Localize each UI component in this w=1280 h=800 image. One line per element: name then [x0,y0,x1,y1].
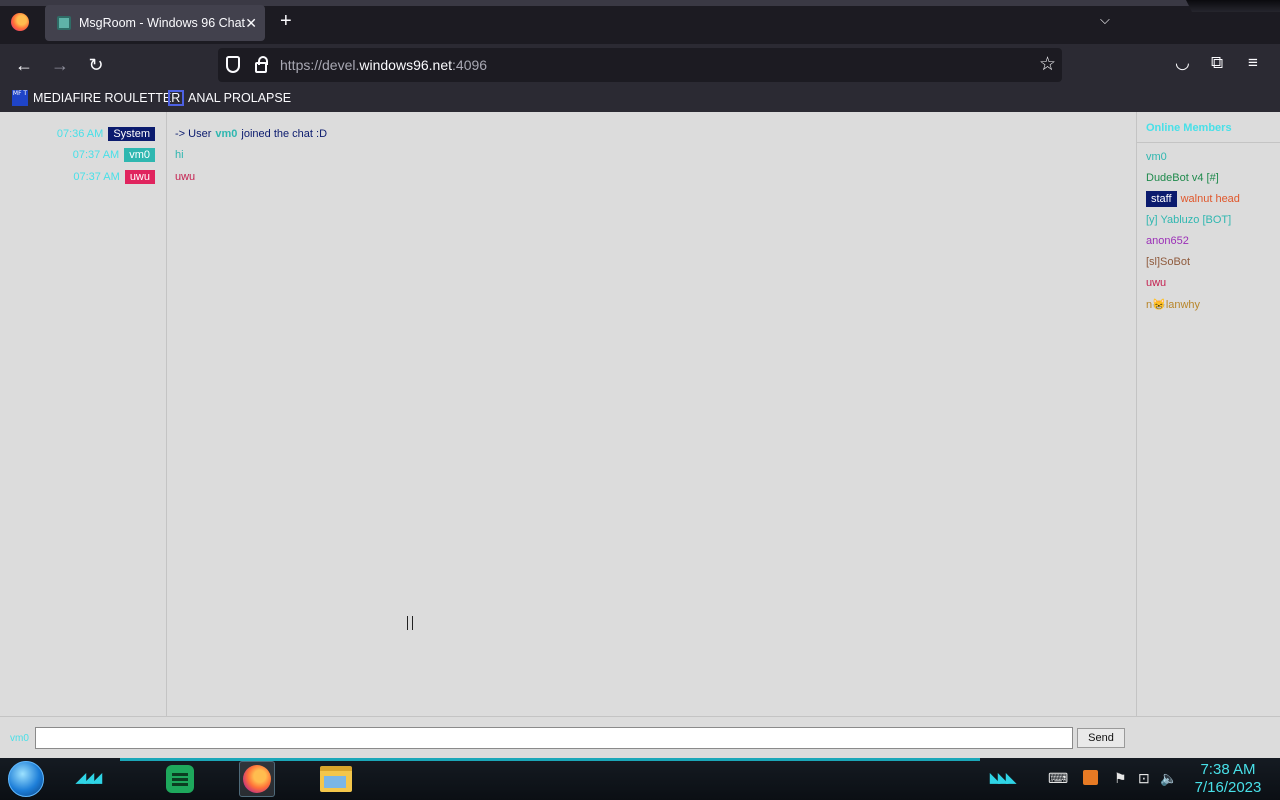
action-center-flag-icon[interactable]: ⚑ [1114,770,1127,787]
online-members-panel: Online Members vm0 DudeBot v4 [#] staff w… [1136,112,1280,716]
bookmark-favicon-icon [168,90,184,106]
os-taskbar: ◢◢◢ ◣◣◣ ⌨ ⚑ ⊡ 🔈 7:38 AM 7/16/2023 [0,758,1280,800]
mentioned-user: vm0 [215,127,238,140]
forward-arrow-icon[interactable]: → [48,53,72,77]
msgroom-page: 07:36 AM System 07:37 AM vm0 07:37 AM uw… [0,112,1280,758]
firefox-logo-icon[interactable] [11,13,29,31]
member-item[interactable]: [sl]SoBot [1146,256,1190,268]
message-meta: 07:36 AM System [57,126,155,141]
message-input[interactable] [35,727,1073,749]
message-meta: 07:37 AM uwu [73,169,155,184]
message-time: 07:36 AM [56,127,104,140]
bookmark-second[interactable]: ANAL PROLAPSE [168,90,291,106]
text-cursor-icon [407,616,413,630]
current-nick-label[interactable]: vm0 [10,733,29,744]
message-meta-column: 07:36 AM System 07:37 AM vm0 07:37 AM uw… [0,112,167,716]
network-icon[interactable]: ⊡ [1138,770,1150,787]
member-item[interactable]: vm0 [1146,151,1167,163]
tracking-protection-shield-icon[interactable] [226,56,240,73]
app-menu-icon[interactable]: ≡ [1248,53,1258,73]
list-all-tabs-icon[interactable]: ⌵ [1100,12,1110,28]
member-name: [sl]SoBot [1146,256,1191,268]
bookmark-label: ANAL PROLAPSE [188,91,292,105]
url-text[interactable]: https://devel.windows96.net:4096 [280,57,487,73]
member-item[interactable]: uwu [1146,277,1166,289]
tab-title: MsgRoom - Windows 96 Chat [79,16,246,30]
member-name: uwu [1146,277,1167,289]
bookmarks-toolbar: MF T MEDIAFIRE ROULETTER ANAL PROLAPSE [0,86,1280,112]
pocket-icon[interactable]: ◡ [1175,53,1190,73]
notes-app-icon [166,765,194,793]
bookmark-label: MEDIAFIRE ROULETTER [33,91,181,105]
members-divider [1137,142,1280,143]
member-name: DudeBot v4 [#] [1146,172,1219,184]
user-badge-system[interactable]: System [108,126,155,141]
bookmark-mediafire-rouletter[interactable]: MF T MEDIAFIRE ROULETTER [12,90,180,106]
user-badge-vm0[interactable]: vm0 [124,147,155,162]
extensions-icon[interactable]: ⧉ [1211,53,1223,73]
tab-msgroom[interactable]: MsgRoom - Windows 96 Chat ✕ [45,5,265,41]
lock-icon[interactable] [255,56,268,73]
back-arrow-icon[interactable]: ← [12,53,36,77]
clock-date: 7/16/2023 [1194,779,1262,796]
url-host: windows96.net [359,57,453,73]
browser-tab-bar: MsgRoom - Windows 96 Chat ✕ + ⌵ [0,0,1280,44]
member-item[interactable]: [y] Yabluzo [BOT] [1146,214,1231,226]
taskbar-clock[interactable]: 7:38 AM 7/16/2023 [1188,761,1268,797]
mediafire-bookmark-icon: MF T [12,90,28,106]
reload-icon[interactable]: ↻ [84,53,108,77]
taskbar-chevron-decoration: ◣◣◣ [990,770,1016,785]
online-members-header: Online Members [1146,122,1232,134]
member-name: [y] Yabluzo [BOT] [1146,214,1232,226]
taskbar-firefox-app[interactable] [239,761,275,797]
member-item[interactable]: staff walnut head [1146,191,1240,207]
staff-badge: staff [1146,191,1177,207]
message-time: 07:37 AM [73,170,120,183]
clock-time: 7:38 AM [1200,761,1256,778]
message-body-uwu: uwu [175,169,195,184]
firefox-icon [243,765,271,793]
taskbar-chevron-decoration: ◢◢◢ [76,770,102,785]
message-body-system: -> User vm0 joined the chat :D [175,126,327,141]
url-prefix: https://devel. [280,57,360,73]
volume-icon[interactable]: 🔈 [1160,770,1177,787]
url-port: :4096 [452,57,488,73]
member-item[interactable]: anon652 [1146,235,1189,247]
message-text: uwu [175,170,196,183]
message-text: hi [175,148,184,161]
message-area: 07:36 AM System 07:37 AM vm0 07:37 AM uw… [0,112,1136,716]
keyboard-tray-icon[interactable]: ⌨ [1048,770,1068,787]
member-item[interactable]: n😸lanwhy [1146,298,1200,311]
folder-icon [320,766,352,792]
url-bar[interactable]: https://devel.windows96.net:4096 ☆ [218,48,1062,82]
close-tab-icon[interactable]: ✕ [245,15,257,32]
member-name: n😸lanwhy [1146,299,1201,311]
message-time: 07:37 AM [72,148,120,161]
message-text: -> User [175,127,212,140]
bookmark-star-icon[interactable]: ☆ [1039,53,1056,76]
msgroom-favicon-icon [57,16,71,30]
taskbar-notes-app[interactable] [162,761,198,797]
window-corner-decoration [1186,0,1280,12]
navigation-toolbar: ← → ↻ https://devel.windows96.net:4096 ☆… [0,44,1280,86]
message-input-bar: vm0 Send [0,716,1280,758]
taskbar-file-explorer-app[interactable] [318,761,354,797]
java-tray-icon[interactable] [1083,770,1098,785]
send-button[interactable]: Send [1077,728,1125,748]
message-meta: 07:37 AM vm0 [73,147,155,162]
message-text: joined the chat :D [241,127,328,140]
new-tab-button[interactable]: + [280,11,292,31]
member-name: anon652 [1146,235,1189,247]
message-body-vm0: hi [175,147,184,162]
member-item[interactable]: DudeBot v4 [#] [1146,172,1219,184]
member-name: walnut head [1180,193,1240,205]
start-button[interactable] [8,761,44,797]
member-name: vm0 [1146,151,1167,163]
user-badge-uwu[interactable]: uwu [124,169,155,184]
